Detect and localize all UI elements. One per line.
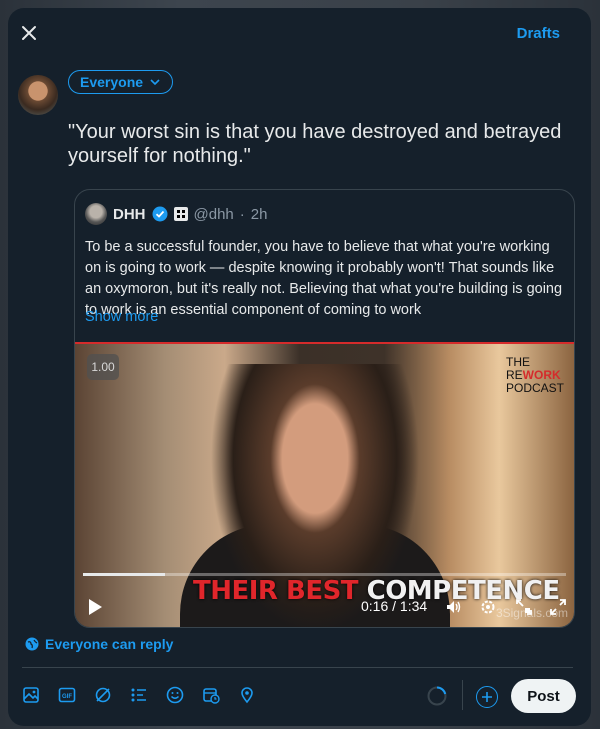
close-icon xyxy=(22,26,36,40)
schedule-button[interactable] xyxy=(202,686,220,704)
affiliation-badge-icon xyxy=(173,207,188,221)
volume-icon xyxy=(447,601,461,613)
podcast-logo-work: WORK xyxy=(522,368,561,382)
location-icon xyxy=(241,687,253,704)
show-more-link[interactable]: Show more xyxy=(85,309,158,325)
grok-button[interactable] xyxy=(94,686,112,704)
gif-icon: GIF xyxy=(58,687,76,703)
avatar[interactable] xyxy=(18,75,58,115)
compose-modal: Drafts Everyone "Your worst sin is that … xyxy=(8,8,591,726)
drafts-button[interactable]: Drafts xyxy=(517,25,560,42)
settings-button[interactable] xyxy=(479,597,497,617)
reply-setting-button[interactable]: Everyone can reply xyxy=(25,636,173,652)
image-icon xyxy=(23,687,39,703)
caption-red-text: THEIR BEST xyxy=(193,576,359,606)
post-button[interactable]: Post xyxy=(511,679,576,713)
schedule-icon xyxy=(203,688,220,704)
play-icon xyxy=(89,599,102,615)
video-progress-fill xyxy=(83,573,166,576)
chevron-down-icon xyxy=(150,79,160,86)
add-post-button[interactable] xyxy=(476,686,498,708)
dot-separator: · xyxy=(239,205,245,223)
video-time: 0:16 / 1:34 xyxy=(361,598,428,614)
emoji-icon xyxy=(166,686,184,704)
quoted-avatar xyxy=(85,203,107,225)
character-count-ring xyxy=(427,686,447,706)
media-button[interactable] xyxy=(22,686,40,704)
gear-icon xyxy=(481,600,495,614)
poll-icon xyxy=(131,688,146,702)
video-watermark: 3Signals.com xyxy=(495,606,568,620)
quoted-post[interactable]: DHH @dhh · 2h To be a successful founder… xyxy=(74,189,575,628)
quoted-time: 2h xyxy=(250,205,268,223)
podcast-logo-podcast: PODCAST xyxy=(505,381,564,395)
poll-button[interactable] xyxy=(130,686,148,704)
playback-speed-button[interactable]: 1.00 xyxy=(87,354,119,380)
quoted-post-header: DHH @dhh · 2h xyxy=(85,203,267,225)
compose-toolbar: GIF xyxy=(22,686,256,704)
video-player[interactable]: 1.00 THE REWORK PODCAST THEIR BEST COMPE… xyxy=(75,342,574,627)
quoted-handle: @dhh xyxy=(193,205,234,223)
audience-selector[interactable]: Everyone xyxy=(68,70,174,94)
quoted-author-name: DHH xyxy=(113,205,146,223)
play-button[interactable] xyxy=(87,597,103,617)
compose-textarea[interactable]: "Your worst sin is that you have destroy… xyxy=(68,120,578,168)
plus-icon xyxy=(482,692,492,702)
svg-text:GIF: GIF xyxy=(62,694,72,700)
volume-button[interactable] xyxy=(445,597,463,617)
podcast-logo-re: RE xyxy=(505,368,523,382)
toolbar-divider xyxy=(22,667,573,668)
toolbar-separator xyxy=(462,680,463,710)
location-button[interactable] xyxy=(238,686,256,704)
reply-setting-label: Everyone can reply xyxy=(45,636,174,652)
progress-ring-icon xyxy=(427,686,447,706)
verified-badge-icon xyxy=(152,206,167,222)
podcast-logo: THE REWORK PODCAST xyxy=(506,356,564,395)
emoji-button[interactable] xyxy=(166,686,184,704)
gif-button[interactable]: GIF xyxy=(58,686,76,704)
audience-label: Everyone xyxy=(80,74,144,90)
grok-icon xyxy=(95,687,111,703)
close-button[interactable] xyxy=(18,22,40,44)
globe-icon xyxy=(25,637,39,651)
